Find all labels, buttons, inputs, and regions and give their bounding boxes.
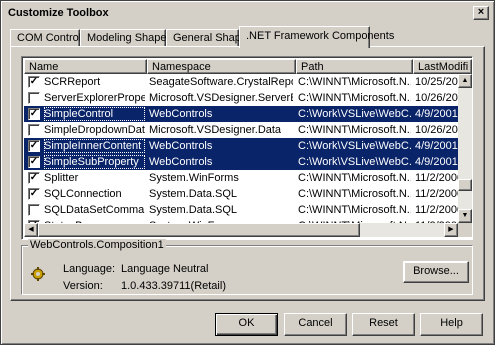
row-checkbox[interactable]: ✓ bbox=[28, 108, 40, 120]
cell-modified: 4/9/2001 bbox=[415, 140, 458, 152]
cell-name: SCRReport bbox=[44, 76, 101, 88]
language-value: Language Neutral bbox=[121, 263, 209, 275]
table-row[interactable]: ✓ SCRReport SeagateSoftware.CrystalRepor..… bbox=[24, 74, 458, 90]
cell-name: SQLDataSetCommand bbox=[44, 204, 145, 216]
horizontal-scroll-thumb[interactable] bbox=[38, 223, 360, 237]
cell-modified: 4/9/2001 bbox=[415, 156, 458, 168]
window-title: Customize Toolbox bbox=[8, 7, 109, 19]
row-checkbox[interactable] bbox=[28, 92, 40, 104]
close-button[interactable]: × bbox=[473, 6, 489, 20]
table-row[interactable]: SQLDataSetCommand System.Data.SQL C:\WINNT… bbox=[24, 202, 458, 218]
tab-modeling-shapes[interactable]: Modeling Shapes bbox=[80, 29, 172, 47]
table-row[interactable]: ✓ SimpleInnerContent WebControls C:\Work\VS… bbox=[24, 138, 458, 154]
scroll-down-button[interactable]: ▼ bbox=[458, 209, 472, 223]
row-checkbox[interactable]: ✓ bbox=[28, 140, 40, 152]
cell-namespace: WebControls bbox=[149, 140, 213, 152]
vertical-scroll-thumb[interactable] bbox=[458, 179, 472, 191]
cell-modified: 4/9/2001 bbox=[415, 108, 458, 120]
row-checkbox[interactable]: ✓ bbox=[28, 156, 40, 168]
title-bar: Customize Toolbox × bbox=[4, 4, 491, 22]
cell-namespace: System.Data.SQL bbox=[149, 188, 238, 200]
row-checkbox[interactable]: ✓ bbox=[28, 188, 40, 200]
cell-path: C:\WINNT\Microsoft.N... bbox=[298, 172, 411, 184]
browse-button[interactable]: Browse... bbox=[403, 261, 469, 283]
row-checkbox[interactable]: ✓ bbox=[28, 76, 40, 88]
column-header-name[interactable]: Name bbox=[24, 59, 147, 74]
cell-namespace: WebControls bbox=[149, 108, 213, 120]
cell-path: C:\Work\VSLive\WebC... bbox=[298, 108, 411, 120]
component-details-group: WebControls.Composition1 Language: Langu… bbox=[21, 239, 473, 295]
cell-namespace: Microsoft.VSDesigner.ServerEx... bbox=[149, 92, 293, 104]
cell-modified: 10/26/2000 bbox=[415, 124, 458, 136]
cell-name: SQLConnection bbox=[44, 188, 122, 200]
component-gear-icon bbox=[31, 267, 45, 281]
scroll-up-button[interactable]: ▲ bbox=[458, 74, 472, 88]
language-label: Language: bbox=[63, 263, 115, 275]
cell-path: C:\WINNT\Microsoft.N... bbox=[298, 92, 411, 104]
cell-name: ServerExplorerProperties bbox=[44, 92, 145, 104]
group-title: WebControls.Composition1 bbox=[28, 239, 166, 251]
column-header-last-modified[interactable]: LastModifi bbox=[413, 59, 472, 74]
version-value: 1.0.433.39711(Retail) bbox=[121, 280, 226, 292]
horizontal-scrollbar[interactable]: ◀ ▶ bbox=[24, 223, 458, 237]
cell-modified: 10/25/2000 bbox=[415, 76, 458, 88]
help-button[interactable]: Help bbox=[420, 313, 483, 336]
cell-path: C:\Work\VSLive\WebC... bbox=[298, 140, 411, 152]
tab-com-controls[interactable]: COM Controls bbox=[10, 29, 87, 47]
scroll-right-button[interactable]: ▶ bbox=[444, 223, 458, 237]
column-header-path[interactable]: Path bbox=[296, 59, 413, 74]
cell-modified: 10/26/2000 bbox=[415, 92, 458, 104]
scrollbar-corner bbox=[458, 223, 472, 237]
row-checkbox[interactable]: ✓ bbox=[28, 172, 40, 184]
cell-namespace: WebControls bbox=[149, 156, 213, 168]
table-row[interactable]: ✓ SimpleControl WebControls C:\Work\VSLive\… bbox=[24, 106, 458, 122]
cell-path: C:\WINNT\Microsoft.N... bbox=[298, 204, 411, 216]
cell-path: C:\WINNT\Microsoft.N... bbox=[298, 76, 411, 88]
components-list[interactable]: Name Namespace Path LastModifi ✓ SCRRepor… bbox=[21, 56, 473, 240]
cell-namespace: System.Data.SQL bbox=[149, 204, 238, 216]
list-header: Name Namespace Path LastModifi bbox=[24, 59, 472, 75]
cell-namespace: System.WinForms bbox=[149, 172, 239, 184]
cell-name: SimpleSubProperty bbox=[44, 155, 145, 169]
ok-button[interactable]: OK bbox=[215, 313, 278, 336]
cell-modified: 11/2/2000 bbox=[415, 172, 458, 184]
row-checkbox[interactable] bbox=[28, 124, 40, 136]
cell-path: C:\WINNT\Microsoft.N... bbox=[298, 188, 411, 200]
cell-namespace: Microsoft.VSDesigner.Data bbox=[149, 124, 282, 136]
table-row[interactable]: ✓ SimpleSubProperty WebControls C:\Work\VSL… bbox=[24, 154, 458, 170]
cell-path: C:\Work\VSLive\WebC... bbox=[298, 156, 411, 168]
table-row[interactable]: ServerExplorerProperties Microsoft.VSDesi… bbox=[24, 90, 458, 106]
cell-name: SimpleControl bbox=[44, 107, 145, 121]
scroll-left-button[interactable]: ◀ bbox=[24, 223, 38, 237]
cell-name: Splitter bbox=[44, 172, 79, 184]
vertical-scrollbar[interactable]: ▲ ▼ bbox=[458, 74, 472, 223]
cell-path: C:\WINNT\Microsoft.N... bbox=[298, 124, 411, 136]
table-row[interactable]: ✓ SQLConnection System.Data.SQL C:\WINNT\Mi… bbox=[24, 186, 458, 202]
row-checkbox[interactable] bbox=[28, 204, 40, 216]
cell-modified: 11/2/2000 bbox=[415, 204, 458, 216]
tab-net-framework-components[interactable]: .NET Framework Components bbox=[239, 26, 394, 48]
cancel-button[interactable]: Cancel bbox=[284, 313, 347, 336]
table-row[interactable]: ✓ Splitter System.WinForms C:\WINNT\Microso… bbox=[24, 170, 458, 186]
cell-name: SimpleInnerContent bbox=[44, 139, 145, 153]
table-row[interactable]: SimpleDropdownDataGrid Microsoft.VSDesign… bbox=[24, 122, 458, 138]
column-header-namespace[interactable]: Namespace bbox=[147, 59, 296, 74]
cell-name: SimpleDropdownDataGrid bbox=[44, 124, 145, 136]
tab-general-shapes[interactable]: General Shapes bbox=[166, 29, 253, 47]
version-label: Version: bbox=[63, 280, 103, 292]
reset-button[interactable]: Reset bbox=[352, 313, 415, 336]
cell-modified: 11/2/2000 bbox=[415, 188, 458, 200]
cell-namespace: SeagateSoftware.CrystalRepor... bbox=[149, 76, 293, 88]
